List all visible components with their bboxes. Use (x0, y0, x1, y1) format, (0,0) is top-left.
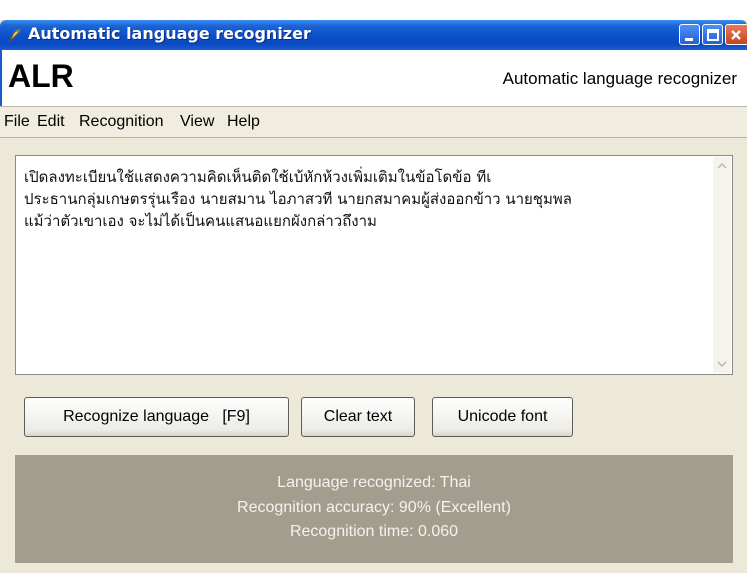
result-panel: Language recognized: Thai Recognition ac… (15, 455, 733, 563)
maximize-button[interactable] (702, 24, 723, 45)
window-controls (677, 24, 747, 46)
close-icon (731, 30, 741, 40)
minimize-icon (685, 38, 693, 41)
text-input-area[interactable]: เปิดลงทะเบียนใช้แสดงความคิดเห็นติดใช้เบ้… (15, 155, 733, 375)
menu-view[interactable]: View (180, 113, 214, 131)
maximize-icon (707, 29, 719, 41)
menu-file[interactable]: File (4, 113, 30, 131)
app-subtitle: Automatic language recognizer (502, 69, 737, 88)
vertical-scrollbar[interactable] (713, 157, 731, 373)
recognition-time: Recognition time: 0.060 (289, 523, 459, 540)
minimize-button[interactable] (679, 24, 700, 45)
recognition-accuracy: Recognition accuracy: 90% (Excellent) (237, 499, 511, 516)
menu-help[interactable]: Help (227, 113, 260, 131)
app-header: ALR Automatic language recognizer (0, 50, 747, 106)
clear-text-button[interactable]: Clear text (301, 397, 415, 437)
scroll-down-icon[interactable] (713, 355, 731, 373)
app-window: Automatic language recognizer ALR Automa… (0, 20, 747, 573)
language-recognized: Language recognized: Thai (277, 474, 471, 491)
window-title: Automatic language recognizer (28, 24, 311, 43)
recognize-language-button[interactable]: Recognize language [F9] (24, 397, 289, 437)
unicode-font-button[interactable]: Unicode font (432, 397, 573, 437)
menu-bar: File Edit Recognition View Help (0, 106, 747, 138)
menu-edit[interactable]: Edit (37, 113, 65, 131)
app-name: ALR (8, 58, 74, 94)
app-icon (8, 28, 21, 43)
close-button[interactable] (725, 24, 747, 45)
scroll-up-icon[interactable] (713, 157, 731, 175)
menu-recognition[interactable]: Recognition (79, 113, 164, 131)
title-bar[interactable]: Automatic language recognizer (0, 20, 747, 50)
input-text[interactable]: เปิดลงทะเบียนใช้แสดงความคิดเห็นติดใช้เบ้… (24, 166, 699, 232)
